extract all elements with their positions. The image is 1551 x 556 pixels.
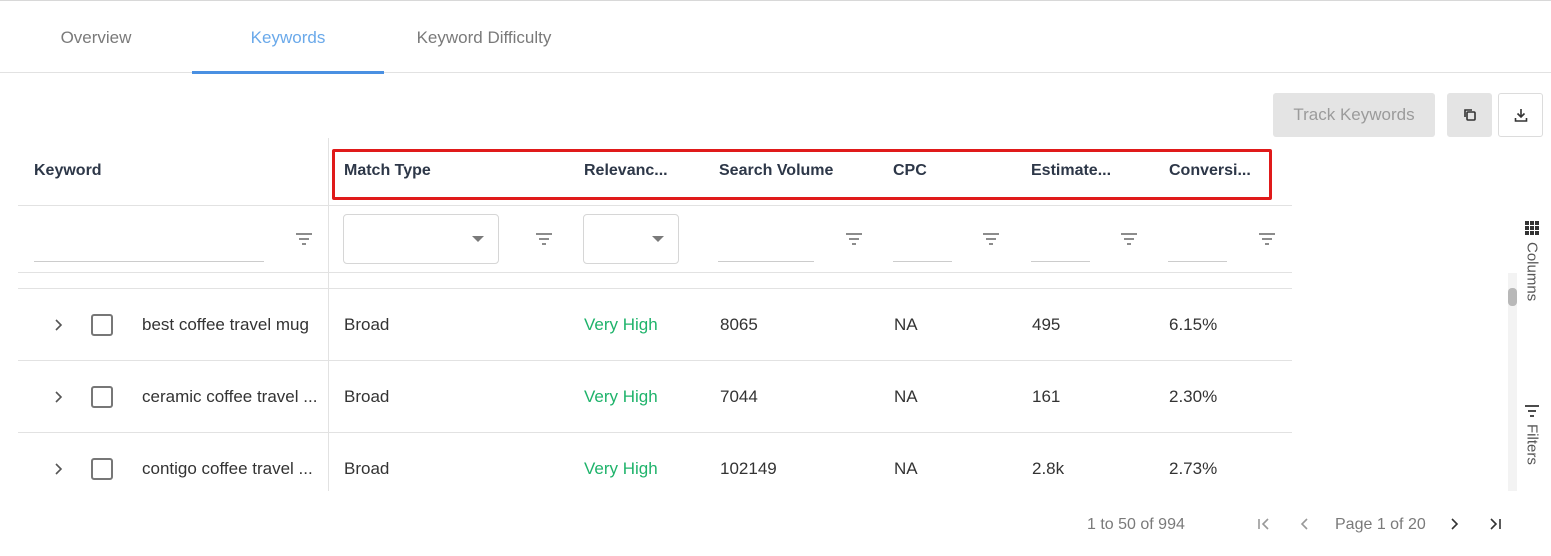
relevance-cell: Very High	[584, 315, 658, 334]
filter-icon[interactable]	[1120, 232, 1138, 246]
estimate-cell: 2.8k	[1032, 459, 1065, 478]
search-volume-cell: 102149	[720, 459, 777, 478]
conversion-filter-input[interactable]	[1168, 261, 1227, 262]
filter-icon[interactable]	[982, 232, 1000, 246]
first-page-icon	[1258, 518, 1269, 530]
column-header-keyword[interactable]: Keyword	[34, 138, 314, 206]
download-icon	[1514, 109, 1527, 122]
last-page-button[interactable]	[1486, 515, 1504, 533]
tab-bar: Overview Keywords Keyword Difficulty	[0, 0, 1551, 74]
track-keywords-button[interactable]: Track Keywords	[1273, 93, 1435, 137]
table-row[interactable]: best coffee travel mug Broad Very High 8…	[18, 289, 1292, 361]
keyword-cell: best coffee travel mug	[142, 315, 309, 334]
table-row[interactable]: ceramic coffee travel ... Broad Very Hig…	[18, 361, 1292, 433]
search-volume-cell: 7044	[720, 387, 758, 406]
cpc-cell: NA	[894, 315, 918, 334]
copy-button[interactable]	[1447, 93, 1492, 137]
search-volume-filter-input[interactable]	[718, 261, 814, 262]
relevance-cell: Very High	[584, 459, 658, 478]
keyword-filter-input[interactable]	[34, 261, 264, 262]
caret-down-icon	[472, 236, 484, 242]
estimate-filter-input[interactable]	[1031, 261, 1090, 262]
row-checkbox[interactable]	[91, 314, 113, 336]
first-page-button[interactable]	[1255, 515, 1273, 533]
filter-icon[interactable]	[845, 232, 863, 246]
relevance-cell: Very High	[584, 387, 658, 406]
pagination-range: 1 to 50 of 994	[1087, 516, 1185, 533]
tab-overview[interactable]: Overview	[0, 0, 192, 73]
relevance-filter-select[interactable]	[583, 214, 679, 264]
filters-label: Filters	[1523, 424, 1541, 465]
cpc-cell: NA	[894, 387, 918, 406]
filter-icon	[1525, 405, 1539, 417]
page-indicator: Page 1 of 20	[1335, 516, 1426, 533]
chevron-right-icon[interactable]	[52, 389, 66, 405]
cpc-cell: NA	[894, 459, 918, 478]
conversion-cell: 2.73%	[1169, 459, 1218, 478]
keyword-cell: contigo coffee travel ...	[142, 459, 313, 478]
last-page-icon	[1490, 518, 1501, 530]
match-type-cell: Broad	[344, 459, 390, 478]
table-body: best coffee travel mug Broad Very High 8…	[18, 273, 1292, 491]
estimate-cell: 161	[1032, 387, 1061, 406]
conversion-cell: 2.30%	[1169, 387, 1218, 406]
tab-keyword-difficulty[interactable]: Keyword Difficulty	[384, 0, 584, 73]
row-checkbox[interactable]	[91, 458, 113, 480]
previous-page-button[interactable]	[1296, 515, 1314, 533]
match-type-cell: Broad	[344, 387, 390, 406]
filters-panel-button[interactable]: Filters	[1521, 404, 1543, 465]
chevron-left-icon	[1300, 518, 1308, 530]
match-type-filter-select[interactable]	[343, 214, 499, 264]
columns-panel-button[interactable]: Columns	[1521, 220, 1543, 301]
vertical-scrollbar-thumb[interactable]	[1508, 288, 1517, 306]
grid-icon	[1525, 221, 1539, 235]
table-header-row: Keyword Match Type Relevanc... Search Vo…	[18, 138, 1292, 206]
chevron-right-icon[interactable]	[52, 461, 66, 477]
next-page-button[interactable]	[1445, 515, 1463, 533]
filter-icon[interactable]	[535, 232, 553, 246]
cpc-filter-input[interactable]	[893, 261, 952, 262]
filter-icon[interactable]	[295, 232, 313, 246]
chevron-right-icon[interactable]	[52, 317, 66, 333]
estimate-cell: 495	[1032, 315, 1061, 334]
match-type-cell: Broad	[344, 315, 390, 334]
copy-icon	[1463, 109, 1476, 121]
caret-down-icon	[652, 236, 664, 242]
row-checkbox[interactable]	[91, 386, 113, 408]
search-volume-cell: 8065	[720, 315, 758, 334]
keyword-cell: ceramic coffee travel ...	[142, 387, 318, 406]
table-filter-row	[18, 206, 1292, 273]
filter-icon[interactable]	[1258, 232, 1276, 246]
table-row[interactable]: contigo coffee travel ... Broad Very Hig…	[18, 433, 1292, 491]
highlight-box	[332, 149, 1272, 200]
tab-keywords[interactable]: Keywords	[192, 0, 384, 74]
conversion-cell: 6.15%	[1169, 315, 1218, 334]
download-button[interactable]	[1498, 93, 1543, 137]
columns-label: Columns	[1523, 242, 1541, 302]
pinned-column-divider	[328, 138, 329, 491]
chevron-right-icon	[1451, 518, 1459, 530]
